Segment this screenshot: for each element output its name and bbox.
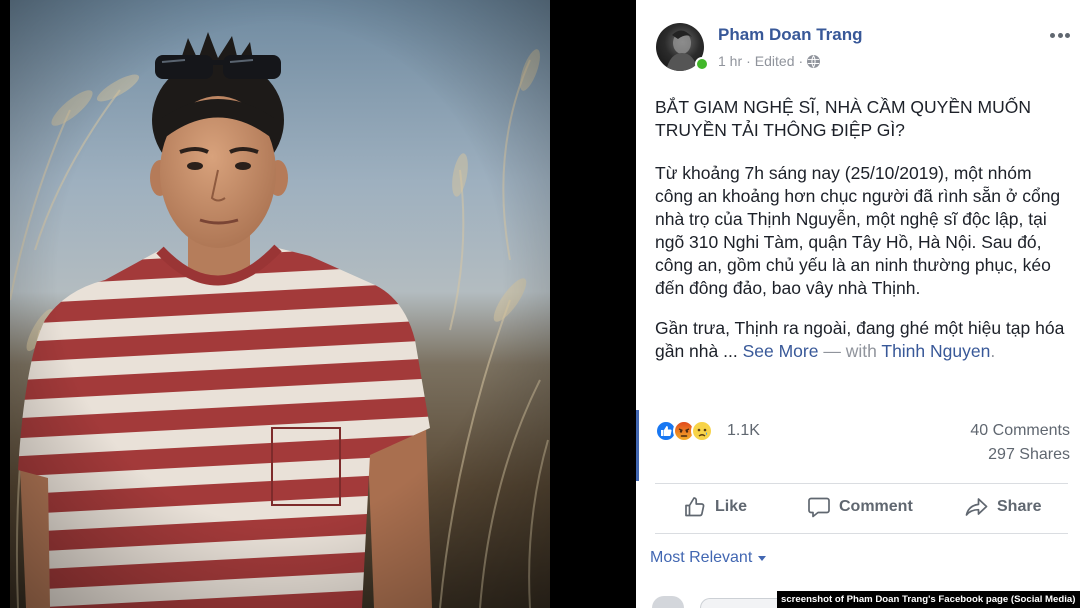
meta-separator: · [798,53,804,69]
reaction-icons[interactable] [655,420,713,442]
share-button-label: Share [997,498,1042,515]
sentence-end: . [990,341,996,361]
focus-indicator-bar [636,410,639,481]
more-options-icon[interactable] [1050,31,1070,39]
divider [655,483,1068,484]
like-button-label: Like [715,498,748,515]
comment-sort-dropdown[interactable]: Most Relevant [650,548,767,568]
caret-down-icon [758,555,767,561]
author-name-link[interactable]: Pham Doan Trang [718,25,863,45]
meta-separator: · [746,53,751,69]
commenter-avatar [652,596,684,608]
post-text-line: Từ khoảng 7h sáng nay (25/10/2019), một … [655,163,1032,183]
post-text-line: công an, gồm chủ yếu là an ninh thường p… [655,255,1051,275]
post-headline: BẮT GIAM NGHỆ SĨ, NHÀ CẦM QUYỀN MUỐN TRU… [655,96,1070,142]
more-dot [1050,32,1055,38]
post-text-line: công an khoảng hơn chục người đã rình sẵ… [655,186,1061,206]
sad-icon [691,420,713,442]
comment-button-label: Comment [839,498,913,515]
post-paragraph: Từ khoảng 7h sáng nay (25/10/2019), một … [655,162,1070,300]
share-icon [965,498,988,516]
post-text-line: BẮT GIAM NGHỆ SĨ, NHÀ CẦM QUYỀN MUỐN [655,97,1031,117]
portrait-photo [10,0,550,608]
online-status-dot [695,57,709,71]
image-caption: screenshot of Pham Doan Trang's Facebook… [777,591,1080,608]
comment-button[interactable]: Comment [807,495,913,519]
reaction-count[interactable]: 1.1K [727,421,760,441]
like-button[interactable]: Like [683,495,747,519]
comment-icon [808,497,830,518]
post-text-line: TRUYỀN TẢI THÔNG ĐIỆP GÌ? [655,120,905,140]
portrait-illustration [10,0,550,608]
post-text-last-line: gần nhà ... See More — with Thinh Nguyen… [655,340,1070,363]
shares-count-link[interactable]: 297 Shares [988,445,1070,465]
post-text-line: nhà trọ của Thịnh Nguyễn, một nghệ sĩ độ… [655,209,1047,229]
tagged-user-link[interactable]: Thinh Nguyen [881,341,990,361]
post-text-line: ngõ 310 Nghi Tàm, quận Tây Hồ, Hà Nội. S… [655,232,1042,252]
see-more-link[interactable]: See More [743,341,819,361]
post-text-line: đến đông đảo, bao vây nhà Thịnh. [655,278,921,298]
comments-count-link[interactable]: 40 Comments [970,421,1070,441]
facebook-post-panel: Pham Doan Trang 1 hr · Edited · BẮT GIAM… [636,0,1080,608]
share-button[interactable]: Share [965,495,1041,519]
post-timestamp[interactable]: 1 hr [718,52,742,70]
post-text-fragment: gần nhà ... [655,341,738,361]
post-paragraph: Gần trưa, Thịnh ra ngoài, đang ghé một h… [655,317,1070,363]
more-dot [1057,32,1063,38]
globe-icon[interactable] [807,54,821,68]
edited-label[interactable]: Edited [755,52,795,70]
more-dot [1065,32,1070,38]
with-prefix: — with [823,341,877,361]
thumbs-up-icon [685,497,705,517]
divider [655,533,1068,534]
post-meta: 1 hr · Edited · [718,52,821,70]
post-text-line: Gần trưa, Thịnh ra ngoài, đang ghé một h… [655,318,1065,338]
comment-sort-label: Most Relevant [650,549,753,566]
